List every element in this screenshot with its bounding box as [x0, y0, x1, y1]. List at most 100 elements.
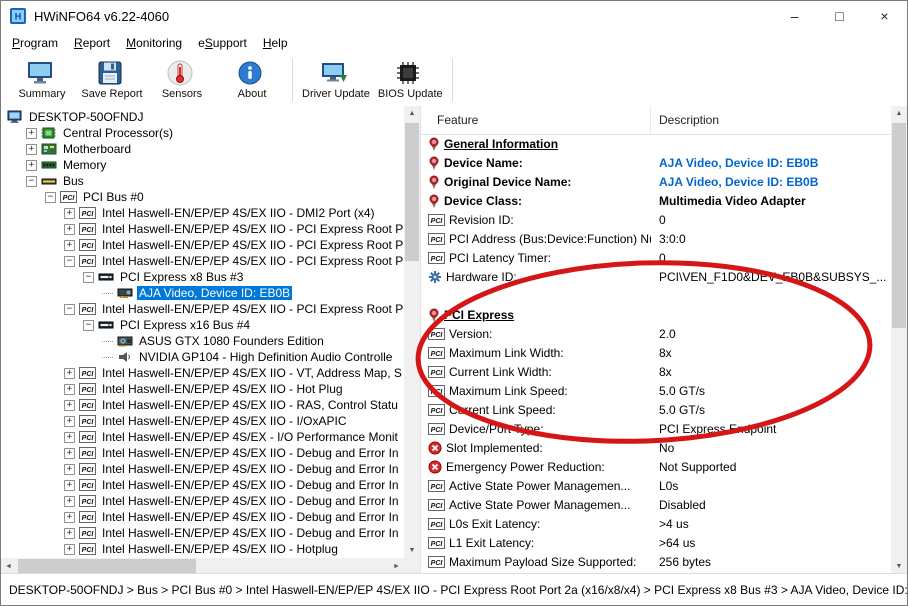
- tree-item[interactable]: +PCIIntel Haswell-EN/EP/EP 4S/EX IIO - P…: [1, 221, 404, 237]
- feature-row[interactable]: PCIPCI Latency Timer:0: [421, 248, 891, 267]
- expand-icon[interactable]: +: [64, 496, 75, 507]
- expand-icon[interactable]: +: [64, 528, 75, 539]
- scroll-track[interactable]: [404, 121, 420, 543]
- feature-row[interactable]: Device Class:Multimedia Video Adapter: [421, 191, 891, 210]
- tree-item[interactable]: −PCIPCI Bus #0: [1, 189, 404, 205]
- tree-item[interactable]: NVIDIA GP104 - High Definition Audio Con…: [1, 349, 404, 365]
- tree-item[interactable]: +Central Processor(s): [1, 125, 404, 141]
- collapse-icon[interactable]: −: [64, 256, 75, 267]
- expand-icon[interactable]: +: [26, 160, 37, 171]
- feature-row[interactable]: Hardware ID:PCI\VEN_F1D0&DEV_EB0B&SUBSYS…: [421, 267, 891, 286]
- tree-item[interactable]: +PCIIntel Haswell-EN/EP/EP 4S/EX IIO - P…: [1, 237, 404, 253]
- scroll-left-icon[interactable]: ◄: [1, 558, 16, 574]
- scroll-track[interactable]: [891, 121, 907, 559]
- expand-icon[interactable]: +: [64, 400, 75, 411]
- tree-item[interactable]: ASUS GTX 1080 Founders Edition: [1, 333, 404, 349]
- feature-row[interactable]: PCIDevice/Port Type:PCI Express Endpoint: [421, 419, 891, 438]
- feature-row[interactable]: PCIL0s Exit Latency:>4 us: [421, 514, 891, 533]
- tree-item[interactable]: +PCIIntel Haswell-EN/EP/EP 4S/EX IIO - V…: [1, 365, 404, 381]
- feature-row[interactable]: Slot Implemented:No: [421, 438, 891, 457]
- expand-icon[interactable]: +: [64, 480, 75, 491]
- scroll-down-icon[interactable]: ▼: [891, 559, 907, 574]
- tree-item[interactable]: +PCIIntel Haswell-EN/EP/EP 4S/EX IIO - D…: [1, 205, 404, 221]
- toolbar-sensors-button[interactable]: Sensors: [147, 56, 217, 104]
- feature-row[interactable]: PCIRevision ID:0: [421, 210, 891, 229]
- feature-row[interactable]: Emergency Power Reduction:Not Supported: [421, 457, 891, 476]
- tree-item[interactable]: −PCIIntel Haswell-EN/EP/EP 4S/EX IIO - P…: [1, 253, 404, 269]
- feature-row[interactable]: Original Device Name:AJA Video, Device I…: [421, 172, 891, 191]
- feature-row[interactable]: PCIPCI Address (Bus:Device:Function) Nu.…: [421, 229, 891, 248]
- menu-monitoring[interactable]: Monitoring: [118, 32, 190, 54]
- feature-row[interactable]: PCIActive State Power Managemen...L0s: [421, 476, 891, 495]
- tree-item[interactable]: −PCIIntel Haswell-EN/EP/EP 4S/EX IIO - P…: [1, 301, 404, 317]
- expand-icon[interactable]: +: [64, 432, 75, 443]
- tree-item[interactable]: −Bus: [1, 173, 404, 189]
- tree-vertical-scrollbar[interactable]: ▲ ▼: [404, 106, 420, 558]
- column-header-description[interactable]: Description: [651, 106, 891, 134]
- feature-row[interactable]: PCICurrent Link Speed:5.0 GT/s: [421, 400, 891, 419]
- feature-row[interactable]: PCIActive State Power Managemen...Disabl…: [421, 495, 891, 514]
- tree-item[interactable]: +PCIIntel Haswell-EN/EP/EP 4S/EX IIO - D…: [1, 477, 404, 493]
- toolbar-driver-update-button[interactable]: Driver Update: [298, 56, 374, 104]
- tree-item[interactable]: +PCIIntel Haswell-EN/EP/EP 4S/EX IIO - R…: [1, 397, 404, 413]
- collapse-icon[interactable]: −: [83, 272, 94, 283]
- feature-row[interactable]: PCIMaximum Payload Size Supported:256 by…: [421, 552, 891, 571]
- expand-icon[interactable]: +: [64, 512, 75, 523]
- expand-icon[interactable]: +: [64, 416, 75, 427]
- feature-row[interactable]: PCIMaximum Link Speed:5.0 GT/s: [421, 381, 891, 400]
- tree-item[interactable]: +Memory: [1, 157, 404, 173]
- collapse-icon[interactable]: −: [64, 304, 75, 315]
- menu-esupport[interactable]: eSupport: [190, 32, 255, 54]
- column-header-feature[interactable]: Feature: [421, 106, 651, 134]
- toolbar-save-report-button[interactable]: Save Report: [77, 56, 147, 104]
- section-row[interactable]: General Information: [421, 134, 891, 153]
- tree-item[interactable]: +Motherboard: [1, 141, 404, 157]
- collapse-icon[interactable]: −: [45, 192, 56, 203]
- titlebar[interactable]: H HWiNFO64 v6.22-4060 – □ ×: [1, 1, 907, 31]
- feature-row[interactable]: PCIMaximum Link Width:8x: [421, 343, 891, 362]
- tree-item[interactable]: +PCIIntel Haswell-EN/EP/EP 4S/EX IIO - I…: [1, 413, 404, 429]
- scroll-down-icon[interactable]: ▼: [404, 543, 420, 558]
- toolbar-bios-update-button[interactable]: BIOS Update: [374, 56, 447, 104]
- expand-icon[interactable]: +: [64, 384, 75, 395]
- tree-item[interactable]: +PCIIntel Haswell-EN/EP/EP 4S/EX IIO - D…: [1, 525, 404, 541]
- expand-icon[interactable]: +: [64, 208, 75, 219]
- tree-item[interactable]: −PCI Express x16 Bus #4: [1, 317, 404, 333]
- expand-icon[interactable]: +: [64, 448, 75, 459]
- scroll-thumb[interactable]: [892, 123, 906, 328]
- feature-row[interactable]: PCICurrent Link Width:8x: [421, 362, 891, 381]
- close-button[interactable]: ×: [862, 1, 907, 31]
- tree-horizontal-scrollbar[interactable]: ◄ ►: [1, 558, 404, 574]
- tree-item[interactable]: +PCIIntel Haswell-EN/EP/EP 4S/EX IIO - D…: [1, 509, 404, 525]
- maximize-button[interactable]: □: [817, 1, 862, 31]
- scroll-up-icon[interactable]: ▲: [891, 106, 907, 121]
- feature-row[interactable]: PCIL1 Exit Latency:>64 us: [421, 533, 891, 552]
- menu-help[interactable]: Help: [255, 32, 296, 54]
- section-row[interactable]: PCI Express: [421, 305, 891, 324]
- detail-vertical-scrollbar[interactable]: ▲ ▼: [891, 106, 907, 574]
- expand-icon[interactable]: +: [64, 464, 75, 475]
- menu-program[interactable]: Program: [4, 32, 66, 54]
- tree-item[interactable]: +PCIIntel Haswell-EN/EP/EP 4S/EX - I/O P…: [1, 429, 404, 445]
- expand-icon[interactable]: +: [64, 544, 75, 555]
- expand-icon[interactable]: +: [26, 128, 37, 139]
- expand-icon[interactable]: +: [64, 224, 75, 235]
- toolbar-summary-button[interactable]: Summary: [7, 56, 77, 104]
- feature-row[interactable]: PCIVersion:2.0: [421, 324, 891, 343]
- expand-icon[interactable]: +: [64, 368, 75, 379]
- scroll-right-icon[interactable]: ►: [389, 558, 404, 574]
- scroll-thumb[interactable]: [18, 559, 196, 573]
- toolbar-about-button[interactable]: About: [217, 56, 287, 104]
- tree-item[interactable]: −PCI Express x8 Bus #3: [1, 269, 404, 285]
- scroll-up-icon[interactable]: ▲: [404, 106, 420, 121]
- tree-item[interactable]: AJA Video, Device ID: EB0B: [1, 285, 404, 301]
- menu-report[interactable]: Report: [66, 32, 118, 54]
- scroll-thumb[interactable]: [405, 123, 419, 261]
- expand-icon[interactable]: +: [64, 240, 75, 251]
- expand-icon[interactable]: +: [26, 144, 37, 155]
- minimize-button[interactable]: –: [772, 1, 817, 31]
- tree-item[interactable]: DESKTOP-50OFNDJ: [1, 109, 404, 125]
- tree-item[interactable]: +PCIIntel Haswell-EN/EP/EP 4S/EX IIO - D…: [1, 493, 404, 509]
- collapse-icon[interactable]: −: [83, 320, 94, 331]
- tree-item[interactable]: +PCIIntel Haswell-EN/EP/EP 4S/EX IIO - D…: [1, 445, 404, 461]
